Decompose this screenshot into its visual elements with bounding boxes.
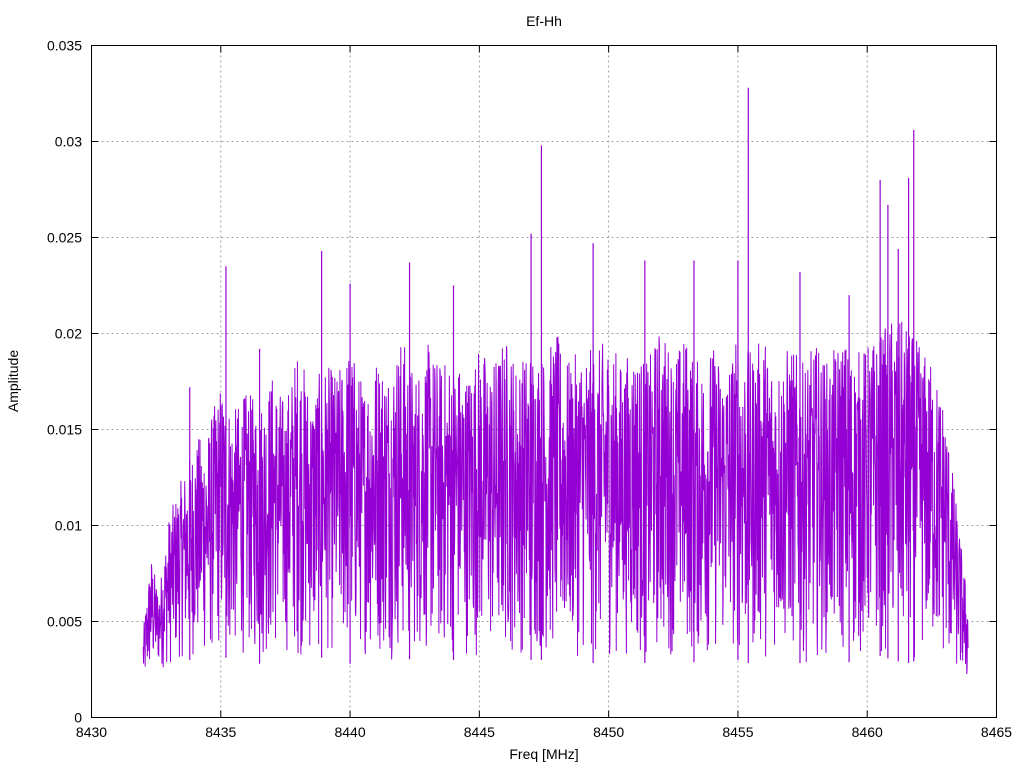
x-tick-label: 8445 bbox=[464, 724, 495, 740]
x-tick-label: 8450 bbox=[593, 724, 624, 740]
y-axis-label: Amplitude bbox=[5, 350, 21, 412]
y-tick-label: 0 bbox=[74, 710, 82, 726]
x-tick-label: 8440 bbox=[334, 724, 365, 740]
y-tick-label: 0.005 bbox=[47, 614, 82, 630]
x-axis-label: Freq [MHz] bbox=[509, 746, 578, 762]
x-tick-label: 8430 bbox=[76, 724, 107, 740]
y-tick-labels: 0 0.005 0.01 0.015 0.02 0.025 0.03 0.035 bbox=[47, 38, 82, 726]
x-tick-label: 8460 bbox=[852, 724, 883, 740]
y-tick-label: 0.015 bbox=[47, 422, 82, 438]
y-tick-label: 0.02 bbox=[55, 326, 82, 342]
chart-title: Ef-Hh bbox=[526, 13, 562, 29]
x-tick-labels: 8430 8435 8440 8445 8450 8455 8460 8465 bbox=[76, 724, 1012, 740]
y-tick-label: 0.035 bbox=[47, 38, 82, 54]
x-tick-label: 8465 bbox=[981, 724, 1012, 740]
series-plot bbox=[142, 87, 969, 675]
spectrum-chart: Ef-Hh 8430 8435 8440 8445 8450 8455 8460 8465 0… bbox=[5, 13, 1012, 762]
y-tick-label: 0.025 bbox=[47, 230, 82, 246]
y-tick-label: 0.01 bbox=[55, 518, 82, 534]
y-tick-label: 0.03 bbox=[55, 134, 82, 150]
x-tick-label: 8435 bbox=[205, 724, 236, 740]
x-tick-label: 8455 bbox=[722, 724, 753, 740]
